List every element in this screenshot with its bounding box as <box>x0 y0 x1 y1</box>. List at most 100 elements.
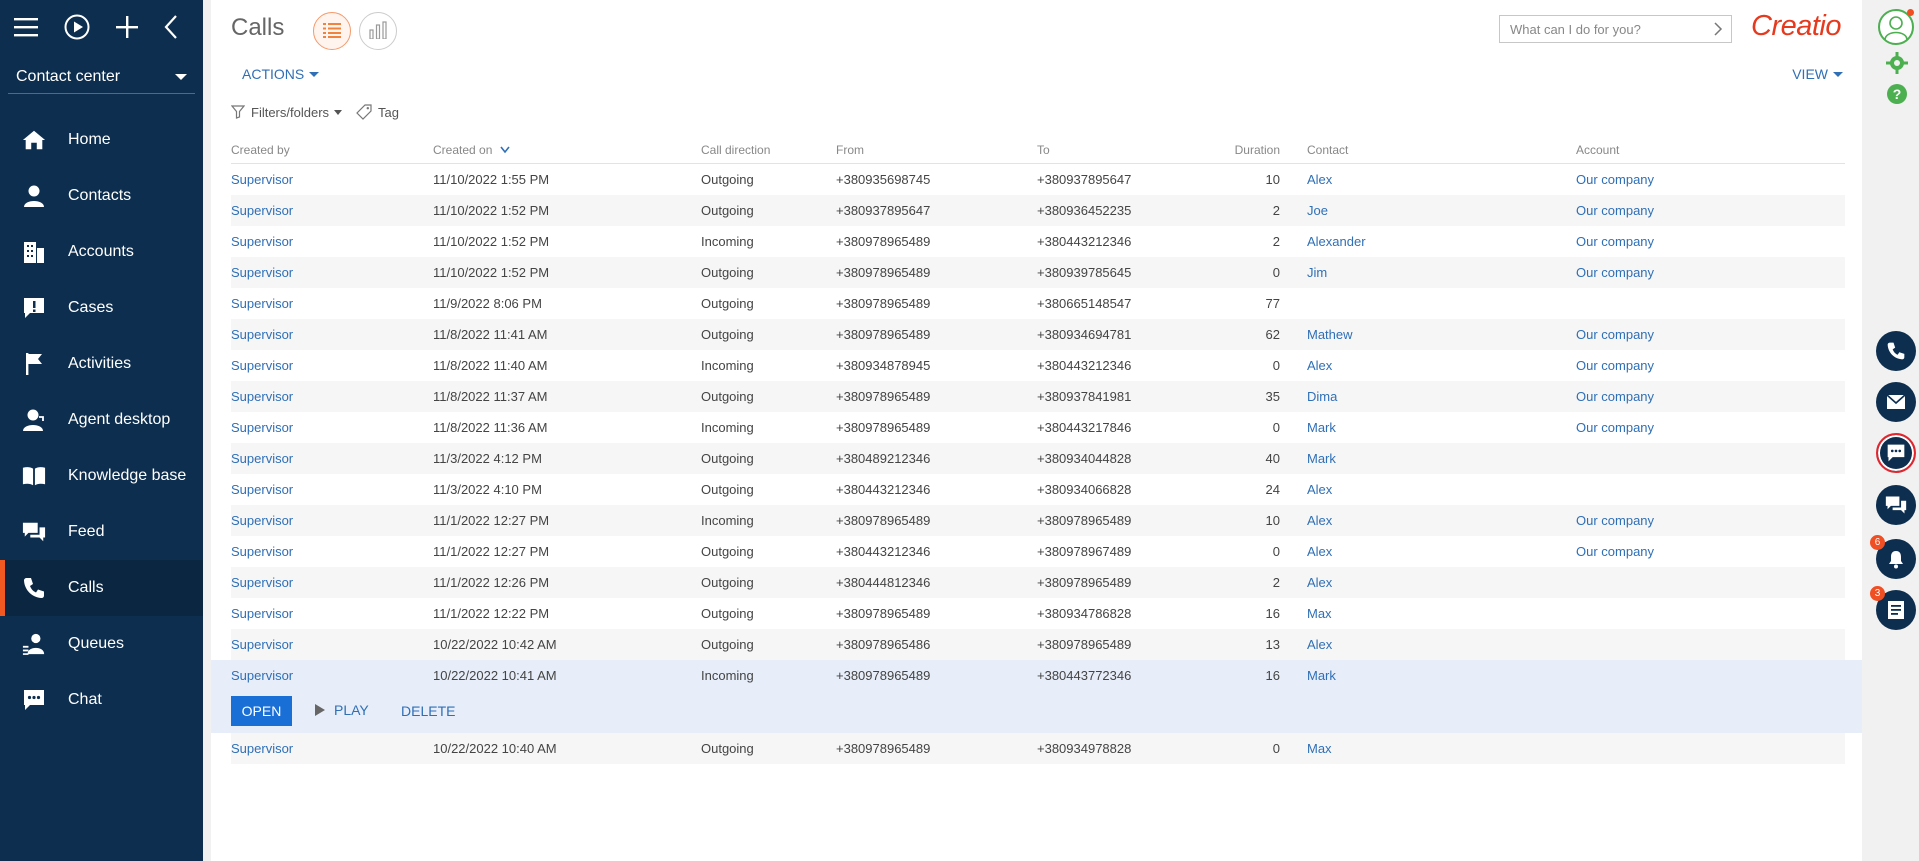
tag-button[interactable]: Tag <box>356 104 399 120</box>
feed-panel-button[interactable] <box>1876 485 1916 525</box>
chat-panel-button[interactable] <box>1876 433 1916 473</box>
phone-panel-button[interactable] <box>1876 331 1916 371</box>
cell-created-by[interactable]: Supervisor <box>231 203 293 218</box>
table-row[interactable]: Supervisor 10/22/2022 10:42 AM Outgoing +38… <box>231 629 1845 660</box>
cell-contact[interactable]: Alex <box>1307 513 1332 528</box>
cell-created-by[interactable]: Supervisor <box>231 420 293 435</box>
table-row[interactable]: Supervisor 11/8/2022 11:37 AM Outgoing +380… <box>231 381 1845 412</box>
table-row[interactable]: Supervisor 10/22/2022 10:40 AM Outgoing +38… <box>231 733 1845 764</box>
cell-created-by[interactable]: Supervisor <box>231 741 293 756</box>
sidebar-item-agent-desktop[interactable]: Agent desktop <box>0 392 203 448</box>
cell-contact[interactable]: Mark <box>1307 668 1336 683</box>
cell-created-by[interactable]: Supervisor <box>231 327 293 342</box>
column-header-from[interactable]: From <box>836 143 864 157</box>
cell-created-by[interactable]: Supervisor <box>231 482 293 497</box>
sidebar-item-calls[interactable]: Calls <box>0 560 203 616</box>
sidebar-item-contacts[interactable]: Contacts <box>0 168 203 224</box>
cell-created-by[interactable]: Supervisor <box>231 637 293 652</box>
table-row[interactable]: Supervisor 11/10/2022 1:52 PM Outgoing +380… <box>231 257 1845 288</box>
cell-created-by[interactable]: Supervisor <box>231 358 293 373</box>
column-header-account[interactable]: Account <box>1576 143 1619 157</box>
cell-account[interactable]: Our company <box>1576 327 1654 342</box>
cell-contact[interactable]: Alex <box>1307 637 1332 652</box>
column-header-created-on[interactable]: Created on <box>433 143 510 157</box>
cell-created-by[interactable]: Supervisor <box>231 234 293 249</box>
cell-account[interactable]: Our company <box>1576 513 1654 528</box>
add-icon[interactable] <box>116 14 138 40</box>
settings-gear-icon[interactable] <box>1886 52 1908 77</box>
cell-account[interactable]: Our company <box>1576 172 1654 187</box>
cell-account[interactable]: Our company <box>1576 420 1654 435</box>
cell-created-by[interactable]: Supervisor <box>231 389 293 404</box>
table-row[interactable]: Supervisor 11/8/2022 11:40 AM Incoming +380… <box>231 350 1845 381</box>
cell-created-by[interactable]: Supervisor <box>231 513 293 528</box>
tasks-button[interactable]: 3 <box>1870 586 1916 630</box>
sidebar-item-knowledge-base[interactable]: Knowledge base <box>0 448 203 504</box>
menu-icon[interactable] <box>14 14 38 40</box>
delete-button[interactable]: DELETE <box>401 703 455 719</box>
table-row[interactable]: Supervisor 11/3/2022 4:12 PM Outgoing +3804… <box>231 443 1845 474</box>
cell-created-by[interactable]: Supervisor <box>231 606 293 621</box>
sidebar-item-accounts[interactable]: Accounts <box>0 224 203 280</box>
notifications-button[interactable]: 6 <box>1870 535 1916 579</box>
table-row[interactable]: Supervisor 11/1/2022 12:22 PM Outgoing +380… <box>231 598 1845 629</box>
table-row[interactable]: Supervisor 11/10/2022 1:52 PM Incoming +380… <box>231 226 1845 257</box>
column-header-duration[interactable]: Duration <box>1191 143 1280 157</box>
sidebar-item-feed[interactable]: Feed <box>0 504 203 560</box>
cell-contact[interactable]: Alex <box>1307 358 1332 373</box>
cell-created-by[interactable]: Supervisor <box>231 451 293 466</box>
cell-contact[interactable]: Dima <box>1307 389 1337 404</box>
table-row[interactable]: Supervisor 10/22/2022 10:41 AM Incoming +38… <box>211 660 1862 691</box>
cell-created-by[interactable]: Supervisor <box>231 668 293 683</box>
table-row[interactable]: Supervisor 11/8/2022 11:41 AM Outgoing +380… <box>231 319 1845 350</box>
sidebar-item-home[interactable]: Home <box>0 112 203 168</box>
cell-account[interactable]: Our company <box>1576 203 1654 218</box>
view-button[interactable]: VIEW <box>1792 66 1843 82</box>
cell-contact[interactable]: Jim <box>1307 265 1327 280</box>
column-header-contact[interactable]: Contact <box>1307 143 1348 157</box>
table-row[interactable]: Supervisor 11/10/2022 1:55 PM Outgoing +380… <box>231 164 1845 195</box>
cell-account[interactable]: Our company <box>1576 544 1654 559</box>
cell-account[interactable]: Our company <box>1576 358 1654 373</box>
cell-account[interactable]: Our company <box>1576 265 1654 280</box>
email-panel-button[interactable] <box>1876 382 1916 422</box>
sidebar-item-queues[interactable]: Queues <box>0 616 203 672</box>
cell-contact[interactable]: Mathew <box>1307 327 1353 342</box>
cell-contact[interactable]: Alexander <box>1307 234 1366 249</box>
table-row[interactable]: Supervisor 11/8/2022 11:36 AM Incoming +380… <box>231 412 1845 443</box>
open-button[interactable]: OPEN <box>231 696 292 726</box>
sidebar-item-cases[interactable]: Cases <box>0 280 203 336</box>
table-row[interactable]: Supervisor 11/10/2022 1:52 PM Outgoing +380… <box>231 195 1845 226</box>
cell-account[interactable]: Our company <box>1576 389 1654 404</box>
cell-contact[interactable]: Mark <box>1307 420 1336 435</box>
cell-contact[interactable]: Joe <box>1307 203 1328 218</box>
actions-button[interactable]: ACTIONS <box>242 66 320 82</box>
filters-folders-button[interactable]: Filters/folders <box>231 105 343 120</box>
play-button[interactable]: PLAY <box>315 702 369 718</box>
sidebar-item-activities[interactable]: Activities <box>0 336 203 392</box>
cell-contact[interactable]: Max <box>1307 741 1332 756</box>
analytics-view-button[interactable] <box>359 12 397 50</box>
collapse-icon[interactable] <box>164 14 178 40</box>
command-search-input[interactable]: What can I do for you? <box>1499 15 1732 43</box>
cell-contact[interactable]: Max <box>1307 606 1332 621</box>
user-profile-button[interactable] <box>1878 9 1914 45</box>
workspace-selector[interactable]: Contact center <box>8 60 195 94</box>
chevron-right-icon[interactable] <box>1713 22 1723 39</box>
cell-created-by[interactable]: Supervisor <box>231 265 293 280</box>
cell-contact[interactable]: Alex <box>1307 575 1332 590</box>
cell-created-by[interactable]: Supervisor <box>231 575 293 590</box>
table-row[interactable]: Supervisor 11/1/2022 12:27 PM Outgoing +380… <box>231 536 1845 567</box>
table-row[interactable]: Supervisor 11/1/2022 12:26 PM Outgoing +380… <box>231 567 1845 598</box>
help-icon[interactable]: ? <box>1886 83 1908 108</box>
process-run-icon[interactable] <box>64 14 90 40</box>
column-header-call-direction[interactable]: Call direction <box>701 143 770 157</box>
cell-contact[interactable]: Alex <box>1307 172 1332 187</box>
table-row[interactable]: Supervisor 11/3/2022 4:10 PM Outgoing +3804… <box>231 474 1845 505</box>
cell-contact[interactable]: Alex <box>1307 544 1332 559</box>
column-header-created-by[interactable]: Created by <box>231 143 290 157</box>
table-row[interactable]: Supervisor 11/9/2022 8:06 PM Outgoing +3809… <box>231 288 1845 319</box>
cell-created-by[interactable]: Supervisor <box>231 544 293 559</box>
cell-account[interactable]: Our company <box>1576 234 1654 249</box>
cell-created-by[interactable]: Supervisor <box>231 296 293 311</box>
